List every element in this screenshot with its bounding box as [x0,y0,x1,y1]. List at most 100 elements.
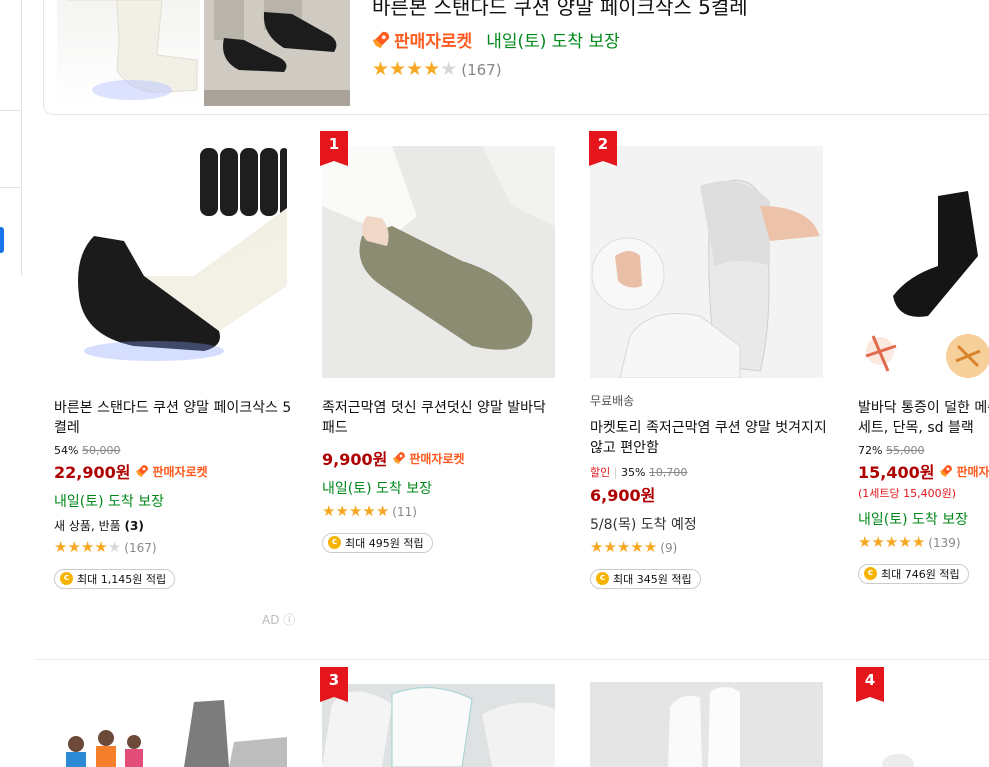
rocket-label: 판매자로켓 [409,451,465,466]
coin-icon: c [596,572,609,585]
rocket-icon [938,463,954,479]
product-image[interactable] [322,684,555,767]
product-name[interactable]: 바른본 스탠다드 쿠션 양말 페이크삭스 5켤레 [54,398,294,438]
product-rating: ★ ★ ★ ★ ★ (167) [54,540,294,555]
star-icon: ★ [406,58,424,80]
rank-badge: 1 [320,131,348,166]
product-name[interactable]: 마켓토리 족저근막염 쿠션 양말 벗겨지지않고 편안함 [590,418,830,458]
ad-label[interactable]: AD ⓘ [262,611,295,628]
reward-points-badge: c 최대 746원 적립 [858,563,969,584]
coin-icon: c [60,572,73,585]
rank-badge: 4 [856,667,884,702]
star-icon: ★ [375,502,390,520]
original-price: 55,000 [885,444,925,457]
original-price: 50,000 [81,444,121,457]
delivery-text: 5/8(목) 도착 예정 [590,517,697,533]
discount-rate: 72% [858,444,883,457]
product-image[interactable] [54,146,287,378]
product-image[interactable] [590,682,823,767]
sale-price: 22,900원 [54,463,131,482]
discount-rate: 54% [54,444,79,457]
featured-product-image-2[interactable] [204,0,350,106]
sock-pack-thumbnail [200,148,287,216]
review-count: (167) [461,60,502,79]
selected-filter-indicator[interactable] [0,227,4,253]
star-rating: ★ ★ ★ ★ ★ [54,540,121,555]
rocket-icon [370,29,392,51]
star-icon: ★ [322,502,336,520]
featured-delivery-row: 판매자로켓 내일(토) 도착 보장 [370,27,620,52]
rocket-badge: 판매자로켓 [938,463,989,480]
row-divider [34,659,989,660]
product-name[interactable]: 발바닥 통증이 덜한 메쉬 스포츠 양말 한세트, 단목, sd 블랙 [858,398,989,438]
coin-icon: c [864,567,877,580]
filter-sidebar-edge [0,0,22,276]
star-icon: ★ [67,538,81,556]
featured-product-title[interactable]: 바른본 스탠다드 쿠션 양말 페이크삭스 5켤레 [372,0,748,20]
star-rating: ★ ★ ★ ★ ★ [322,504,389,519]
discount-rate: 35% [620,466,646,479]
return-count[interactable]: (3) [124,519,143,533]
discount-row: 54% 50,000 [54,444,294,457]
product-info: 바른본 스탠다드 쿠션 양말 페이크삭스 5켤레 54% 50,000 22,9… [54,398,294,589]
product-rating: ★ ★ ★ ★ ★ (11) [322,504,562,519]
reward-points-text: 최대 495원 적립 [345,536,424,550]
star-icon: ★ [372,58,390,80]
rocket-badge: 판매자로켓 [134,463,208,480]
star-icon: ★ [54,538,68,556]
star-icon: ★ [590,538,604,556]
rocket-label: 판매자로켓 [956,464,989,479]
featured-product-image-1[interactable] [57,0,200,105]
star-icon: ★ [362,502,376,520]
star-icon: ★ [884,533,899,551]
product-image[interactable] [322,146,555,378]
star-rating: ★ ★ ★ ★ ★ [590,540,657,555]
rank-badge: 2 [589,131,617,166]
product-image[interactable] [54,682,287,767]
delivery-text: 내일(토) 도착 보장 [858,512,968,528]
star-icon: ★ [630,538,644,556]
review-count: (167) [124,540,157,555]
star-icon: ★ [94,538,108,556]
review-count: (11) [392,504,417,519]
price-row: 22,900원 판매자로켓 [54,459,294,483]
product-image[interactable] [858,146,989,378]
search-results-page: 바른본 스탠다드 쿠션 양말 페이크삭스 5켤레 판매자로켓 내일(토) 도착 … [0,0,989,767]
review-count: (139) [928,535,961,550]
review-count: (9) [660,540,678,555]
rocket-badge: 판매자로켓 [370,27,472,52]
star-icon: ★ [603,538,617,556]
rocket-badge: 판매자로켓 [391,450,465,467]
star-icon: ★ [440,58,458,80]
reward-points-text: 최대 1,145원 적립 [77,572,167,586]
product-image[interactable] [590,146,823,378]
unit-price: (1세트당 15,400원) [858,487,957,500]
star-icon: ★ [423,58,441,80]
reward-points-badge: c 최대 345원 적립 [590,568,701,589]
reward-points-text: 최대 746원 적립 [881,567,960,581]
star-icon: ★ [643,538,658,556]
discount-row: 할인 | 35% 10,700 [590,464,830,480]
star-icon: ★ [389,58,407,80]
product-info: 무료배송 마켓토리 족저근막염 쿠션 양말 벗겨지지않고 편안함 할인 | 35… [590,394,830,589]
star-rating: ★ ★ ★ ★ ★ [858,535,925,550]
original-price: 10,700 [648,466,688,479]
star-icon: ★ [348,502,363,520]
delivery-text: 내일(토) 도착 보장 [54,494,164,510]
product-rating: ★ ★ ★ ★ ★ (9) [590,540,830,555]
sale-tag: 할인 [590,466,611,479]
return-text: 새 상품, 반품 [54,519,121,533]
product-info: 발바닥 통증이 덜한 메쉬 스포츠 양말 한세트, 단목, sd 블랙 72% … [858,398,989,584]
rank-badge: 3 [320,667,348,702]
divider [0,110,22,111]
return-info: 새 상품, 반품 (3) [54,517,294,534]
star-icon: ★ [911,533,926,551]
price-row: 15,400원 판매자로켓 [858,459,989,483]
delivery-text: 내일(토) 도착 보장 [486,32,620,52]
discount-row: 72% 55,000 [858,444,989,457]
delivery-text: 내일(토) 도착 보장 [322,481,432,497]
product-name[interactable]: 족저근막염 덧신 쿠션덧신 양말 발바닥 패드 [322,398,562,438]
coin-icon: c [328,536,341,549]
sale-price: 9,900원 [322,450,388,469]
reward-points-text: 최대 345원 적립 [613,572,692,586]
